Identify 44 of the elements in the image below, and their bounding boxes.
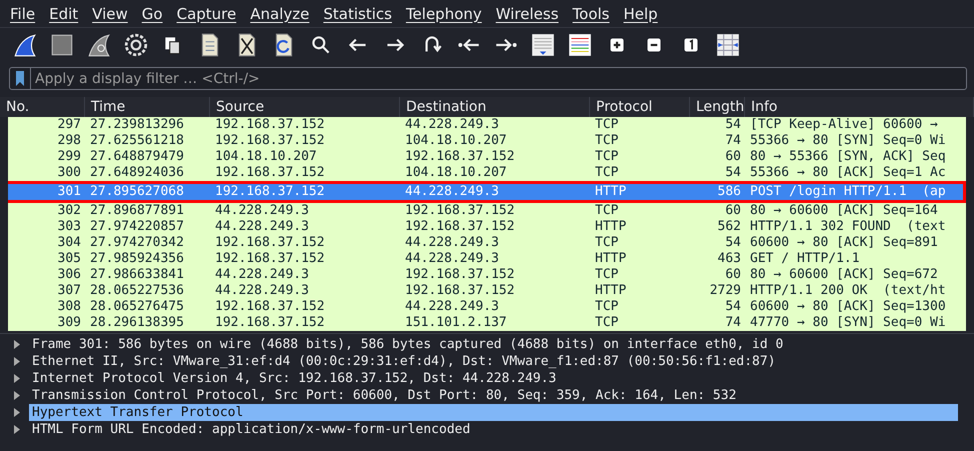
autoscroll-icon[interactable] (530, 32, 556, 58)
menu-item[interactable]: Help (623, 4, 658, 22)
packet-row[interactable]: 299 27.648879479 104.18.10.207 192.168.37.152 TCP 60 80 → 55366 [SYN, ACK] Seq (8, 149, 966, 165)
packet-row[interactable]: 301 27.895627068 192.168.37.152 44.228.249.3 HTTP 586 POST /login HTTP/1.1 (ap (8, 181, 966, 203)
protocol-tree-item[interactable]: HTML Form URL Encoded: application/x-www-form-urlencoded (29, 421, 974, 438)
packet-row[interactable]: 306 27.986633841 44.228.249.3 192.168.37.152 TCP 60 80 → 60600 [ACK] Seq=672 (8, 267, 966, 283)
packet-row[interactable]: 307 28.065227536 44.228.249.3 192.168.37.152 HTTP 2729 HTTP/1.1 200 OK (text/ht (8, 283, 966, 299)
packet-row[interactable]: 298 27.625561218 192.168.37.152 104.18.10.207 TCP 74 55366 → 80 [SYN] Seq=0 Wi (8, 133, 966, 149)
packet-row[interactable]: 302 27.896877891 44.228.249.3 192.168.37.152 TCP 60 80 → 60600 [ACK] Seq=164 (8, 203, 966, 219)
bookmark-icon[interactable] (13, 70, 27, 87)
expand-arrow-icon[interactable] (12, 408, 21, 417)
expand-arrow-icon[interactable] (12, 374, 21, 383)
protocol-tree-item[interactable]: Ethernet II, Src: VMware_31:ef:d4 (00:0c:29:31:ef:d4), Dst: VMware_f1:ed:87 (00:50:56:f1:ed:87) (29, 353, 974, 370)
expand-arrow-icon[interactable] (12, 391, 21, 400)
menu-item[interactable]: Tools (572, 4, 610, 22)
shark-fin-icon[interactable] (12, 32, 38, 58)
resize-columns-icon[interactable] (715, 32, 741, 58)
menu-item[interactable]: View (92, 4, 128, 22)
packet-row[interactable]: 297 27.239813296 192.168.37.152 44.228.249.3 TCP 54 [TCP Keep-Alive] 60600 → (8, 117, 966, 133)
packet-row[interactable]: 303 27.974220857 44.228.249.3 192.168.37.152 HTTP 562 HTTP/1.1 302 FOUND (text (8, 219, 966, 235)
menu-item[interactable]: File (10, 4, 36, 22)
menu-item[interactable]: Telephony (406, 4, 482, 22)
colorize-icon[interactable] (567, 32, 593, 58)
protocol-tree-item[interactable]: Internet Protocol Version 4, Src: 192.168.37.152, Dst: 44.228.249.3 (29, 370, 974, 387)
menu-item[interactable]: Edit (49, 4, 78, 22)
stop-icon[interactable] (49, 32, 75, 58)
packet-row[interactable]: 305 27.985924356 192.168.37.152 44.228.249.3 HTTP 463 GET / HTTP/1.1 (8, 251, 966, 267)
packet-row[interactable]: 308 28.065276475 192.168.37.152 44.228.249.3 TCP 54 60600 → 80 [ACK] Seq=1300 (8, 299, 966, 315)
menu-item[interactable]: Statistics (323, 4, 392, 22)
packet-row[interactable]: 300 27.648924036 192.168.37.152 104.18.10.207 TCP 54 55366 → 80 [ACK] Seq=1 Ac (8, 165, 966, 181)
menu-item[interactable]: Wireless (496, 4, 559, 22)
menu-item[interactable]: Analyze (250, 4, 310, 22)
protocol-tree-item[interactable]: Hypertext Transfer Protocol (29, 404, 958, 421)
expand-arrow-icon[interactable] (12, 357, 21, 366)
settings-icon[interactable] (123, 32, 149, 58)
menu-item[interactable]: Capture (176, 4, 236, 22)
fin-restart-icon[interactable] (86, 32, 112, 58)
expand-arrow-icon[interactable] (12, 340, 21, 349)
packet-row[interactable]: 309 28.296138395 192.168.37.152 151.101.2.137 TCP 74 47770 → 80 [SYN] Seq=0 Wi (8, 315, 966, 331)
protocol-tree-item[interactable]: Frame 301: 586 bytes on wire (4688 bits), 586 bytes captured (4688 bits) on interface eth0, id 0 (29, 336, 974, 353)
menu-item[interactable]: Go (142, 4, 163, 22)
expand-arrow-icon[interactable] (12, 425, 21, 434)
packet-row[interactable]: 304 27.974270342 192.168.37.152 44.228.249.3 TCP 54 60600 → 80 [ACK] Seq=891 (8, 235, 966, 251)
protocol-tree-item[interactable]: Transmission Control Protocol, Src Port: 60600, Dst Port: 80, Seq: 359, Ack: 164, Len: 532 (29, 387, 974, 404)
